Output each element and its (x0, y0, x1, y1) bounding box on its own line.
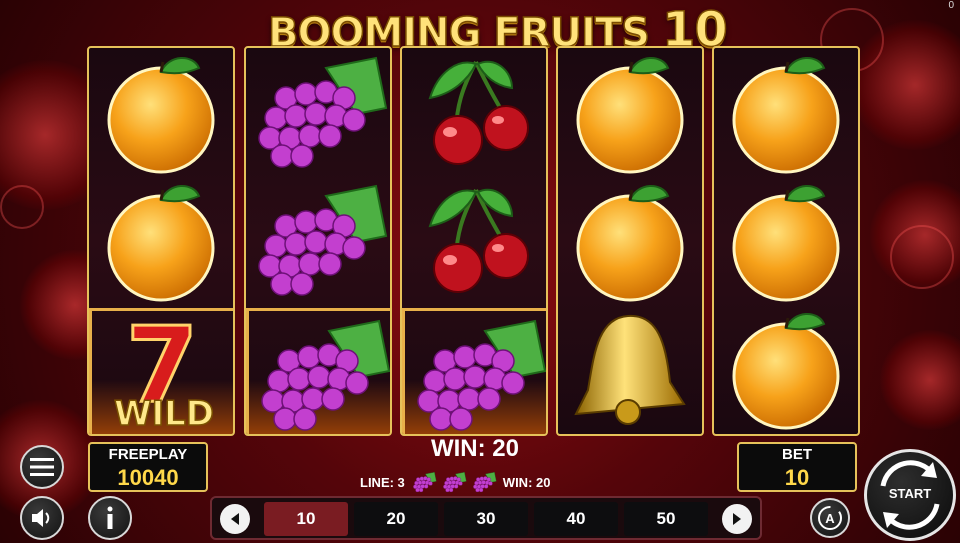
freeplay-value: 10040 (117, 465, 179, 490)
grapes-icon (417, 319, 546, 431)
speaker-icon (32, 509, 50, 527)
bet-next-button[interactable] (722, 504, 752, 534)
freeplay-label: FREEPLAY (108, 446, 188, 463)
line-win-info: LINE: 3 WIN: 20 (360, 470, 550, 494)
bet-label: BET (782, 446, 812, 463)
menu-button[interactable] (20, 445, 64, 489)
cherries-icon (428, 188, 529, 293)
bet-value: 10 (784, 465, 810, 490)
svg-text:A: A (825, 511, 835, 526)
reel-4 (556, 46, 704, 436)
orange-icon (107, 185, 215, 302)
symbol-cell (89, 48, 233, 176)
orange-icon (576, 57, 684, 174)
symbol-cell (714, 176, 858, 304)
symbol-cell (402, 48, 546, 176)
symbol-cell (714, 48, 858, 176)
autoplay-button[interactable]: A (810, 498, 850, 538)
freeplay-panel: FREEPLAY 10040 (88, 442, 208, 492)
line-symbol-grapes (411, 470, 437, 494)
line-win-amount: WIN: 20 (502, 474, 551, 490)
reel-3 (400, 46, 548, 436)
cherries-icon (428, 60, 529, 165)
reel-2 (244, 46, 392, 436)
bet-option-30[interactable]: 30 (444, 502, 528, 536)
bet-option-10[interactable]: 10 (264, 502, 348, 536)
start-button[interactable]: START (864, 449, 956, 541)
grapes-icon (443, 472, 467, 493)
orange-icon (732, 313, 840, 430)
symbol-cell (714, 304, 858, 432)
line-number: LINE: 3 (360, 474, 405, 490)
grapes-icon (258, 184, 388, 296)
sound-button[interactable] (20, 496, 64, 540)
symbol-cell (89, 176, 233, 304)
reel-1: 7 WILD (87, 46, 235, 436)
bokeh-ring (890, 225, 954, 289)
grapes-icon (258, 56, 388, 168)
symbol-cell-winning (246, 308, 390, 434)
win-display: WIN: 20 (430, 435, 519, 462)
symbol-cell (558, 48, 702, 176)
wild-label: WILD (114, 394, 214, 434)
info-button[interactable] (88, 496, 132, 540)
line-symbol-grapes (471, 470, 497, 494)
bet-option-40[interactable]: 40 (534, 502, 618, 536)
bet-prev-button[interactable] (220, 504, 250, 534)
symbol-cell (402, 176, 546, 304)
bokeh-light (880, 330, 960, 430)
wild-seven-icon: 7 WILD (113, 311, 215, 434)
arrow-right-icon (733, 513, 741, 525)
line-symbol-grapes (441, 470, 467, 494)
grapes-icon (413, 472, 437, 493)
symbol-cell (558, 176, 702, 304)
orange-icon (107, 57, 215, 174)
bet-option-50[interactable]: 50 (624, 502, 708, 536)
bokeh-ring (0, 185, 44, 229)
bet-option-20[interactable]: 20 (354, 502, 438, 536)
symbol-cell (246, 176, 390, 304)
arrow-left-icon (231, 513, 239, 525)
orange-icon (732, 185, 840, 302)
grapes-icon (473, 472, 497, 493)
grapes-icon (261, 319, 390, 431)
symbol-cell (558, 304, 702, 432)
bet-selector: 10 20 30 40 50 (210, 496, 762, 540)
orange-icon (576, 185, 684, 302)
hamburger-icon (30, 458, 54, 476)
info-icon (107, 506, 113, 529)
bell-icon (574, 314, 686, 425)
symbol-cell-winning (402, 308, 546, 434)
bet-panel: BET 10 (737, 442, 857, 492)
start-label: START (888, 486, 932, 501)
corner-counter: 0 (948, 0, 954, 11)
reel-5 (712, 46, 860, 436)
orange-icon (732, 57, 840, 174)
autoplay-icon: A (818, 506, 842, 530)
symbol-cell (246, 48, 390, 176)
symbol-cell-winning: 7 WILD (89, 308, 233, 434)
line-symbols (411, 470, 497, 494)
